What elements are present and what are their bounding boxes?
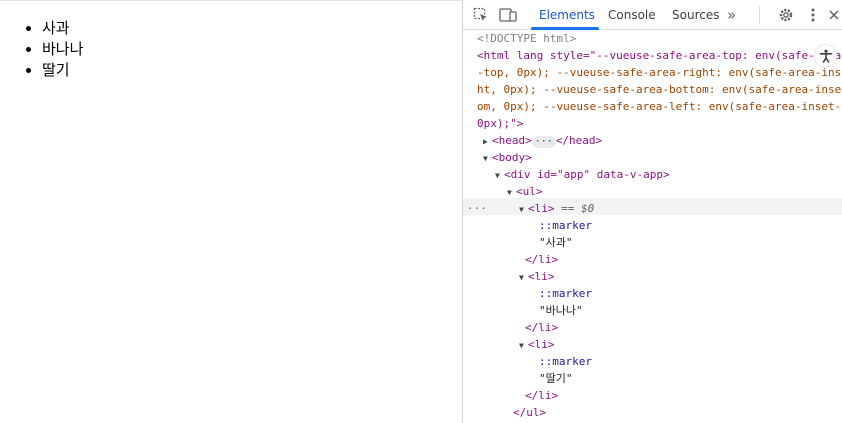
selected-node-marker: == $0	[561, 202, 595, 215]
dom-text-node[interactable]: "딸기"	[539, 370, 573, 387]
device-toolbar-icon[interactable]	[499, 6, 517, 24]
dom-marker[interactable]: ::marker	[539, 285, 592, 302]
fruit-list: 사과 바나나 딸기	[42, 18, 83, 81]
list-item: 딸기	[42, 60, 83, 81]
more-tabs-icon[interactable]: »	[727, 0, 736, 30]
dom-ul[interactable]: ▼ <ul>	[507, 183, 543, 200]
dom-li-close[interactable]: </li>	[525, 251, 558, 268]
dom-marker[interactable]: ::marker	[539, 353, 592, 370]
tab-elements[interactable]: Elements	[539, 0, 595, 30]
toolbar-divider	[759, 6, 760, 24]
dom-html-line-5[interactable]: 0px);">	[477, 115, 523, 132]
dom-html-line-2[interactable]: -top, 0px); --vueuse-safe-area-right: en…	[477, 64, 842, 81]
dom-text-node[interactable]: "사과"	[539, 234, 573, 251]
kebab-menu-icon[interactable]	[804, 6, 822, 24]
list-item: 사과	[42, 18, 83, 39]
dom-li-close[interactable]: </li>	[525, 319, 558, 336]
dom-div-app[interactable]: ▼ <div id="app" data-v-app>	[495, 166, 670, 183]
dom-doctype[interactable]: <!DOCTYPE html>	[477, 30, 576, 47]
dom-head[interactable]: ▶ <head> ··· </head>	[483, 132, 602, 149]
dom-ul-close[interactable]: </ul>	[513, 404, 546, 421]
dom-html-open: <html lang style="--vueuse-safe-area-top…	[477, 49, 842, 62]
dom-div-app-open: <div id="app" data-v-app>	[504, 168, 670, 181]
dom-html-line-4[interactable]: om, 0px); --vueuse-safe-area-left: env(s…	[477, 98, 842, 115]
dom-marker[interactable]: ::marker	[539, 217, 592, 234]
expand-triangle-icon[interactable]: ▼	[483, 150, 492, 167]
close-icon[interactable]	[825, 6, 842, 24]
dom-li-open: <li>	[528, 270, 555, 283]
dom-html-line-1[interactable]: <html lang style="--vueuse-safe-area-top…	[477, 47, 842, 64]
inspect-element-icon[interactable]	[472, 6, 490, 24]
tab-sources[interactable]: Sources	[672, 0, 719, 30]
dom-li-close[interactable]: </li>	[525, 387, 558, 404]
head-ellipsis-badge[interactable]: ···	[531, 136, 556, 148]
dom-head-close: </head>	[555, 134, 603, 147]
list-item: 바나나	[42, 39, 83, 60]
tab-console[interactable]: Console	[608, 0, 656, 30]
dom-body-open: <body>	[492, 151, 532, 164]
dom-li-open: <li>	[528, 202, 555, 215]
dom-li-3[interactable]: ▼ <li>	[519, 336, 555, 353]
collapsed-triangle-icon[interactable]: ▶	[483, 133, 492, 150]
dom-text-node[interactable]: "바나나"	[539, 302, 583, 319]
expand-triangle-icon[interactable]: ▼	[519, 337, 528, 354]
page-viewport: 사과 바나나 딸기	[0, 0, 462, 423]
settings-gear-icon[interactable]	[777, 6, 795, 24]
expand-triangle-icon[interactable]: ▼	[495, 167, 504, 184]
devtools-toolbar: Elements Console Sources »	[463, 0, 842, 30]
accessibility-icon[interactable]	[815, 45, 837, 67]
devtools-panel: Elements Console Sources » <!DOCTYPE htm…	[462, 0, 842, 423]
expand-triangle-icon[interactable]: ▼	[519, 201, 528, 218]
expand-triangle-icon[interactable]: ▼	[519, 269, 528, 286]
row-ellipsis[interactable]: ···	[467, 200, 487, 217]
dom-html-line-3[interactable]: ht, 0px); --vueuse-safe-area-bottom: env…	[477, 81, 842, 98]
dom-li-1[interactable]: ▼ <li> == $0	[519, 200, 594, 217]
dom-ul-open: <ul>	[516, 185, 543, 198]
dom-head-open: <head>	[492, 134, 532, 147]
dom-li-open: <li>	[528, 338, 555, 351]
expand-triangle-icon[interactable]: ▼	[507, 184, 516, 201]
dom-body[interactable]: ▼ <body>	[483, 149, 532, 166]
dom-li-2[interactable]: ▼ <li>	[519, 268, 555, 285]
dom-tree: <!DOCTYPE html> <html lang style="--vueu…	[463, 30, 842, 423]
